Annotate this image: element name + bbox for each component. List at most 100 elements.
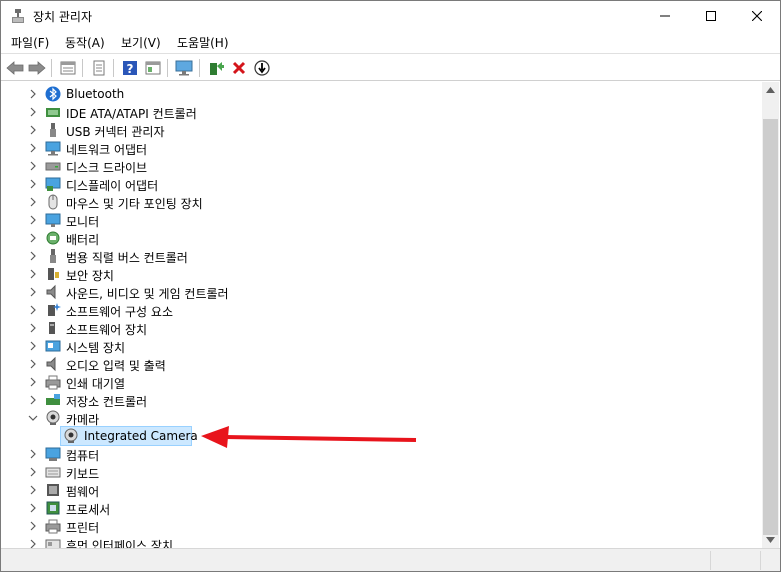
update-driver-icon bbox=[210, 62, 224, 75]
tree-item[interactable]: 펌웨어 bbox=[2, 481, 742, 499]
tree-item-label: 디스크 드라이브 bbox=[66, 161, 148, 175]
disable-device-icon bbox=[254, 60, 270, 76]
tree-item[interactable]: 인쇄 대기열 bbox=[2, 373, 742, 391]
tree-item[interactable]: 프린터 bbox=[2, 517, 742, 535]
firmware-icon bbox=[47, 484, 59, 496]
back-button[interactable] bbox=[5, 58, 25, 78]
annotation-arrow bbox=[201, 426, 417, 448]
scan-hardware-icon bbox=[175, 60, 193, 76]
tree-item-label: 배터리 bbox=[66, 233, 100, 247]
forward-button[interactable] bbox=[27, 58, 47, 78]
tree-item[interactable]: 보안 장치 bbox=[2, 265, 742, 283]
chevron-right-icon[interactable] bbox=[27, 286, 39, 298]
chevron-right-icon[interactable] bbox=[27, 142, 39, 154]
toolbar-separator bbox=[82, 59, 83, 77]
tree-item[interactable]: 모니터 bbox=[2, 211, 742, 229]
tree-item[interactable]: 프로세서 bbox=[2, 499, 742, 517]
chevron-right-icon[interactable] bbox=[27, 340, 39, 352]
chevron-right-icon[interactable] bbox=[27, 124, 39, 136]
scroll-up-icon bbox=[766, 87, 775, 93]
tree-item[interactable]: 휴먼 인터페이스 장치 bbox=[2, 535, 742, 548]
chevron-right-icon[interactable] bbox=[27, 304, 39, 316]
scan-hardware-button[interactable] bbox=[174, 58, 194, 78]
tree-item[interactable]: 마우스 및 기타 포인팅 장치 bbox=[2, 193, 742, 211]
tree-item[interactable]: 디스플레이 어댑터 bbox=[2, 175, 742, 193]
chevron-right-icon[interactable] bbox=[27, 214, 39, 226]
tree-item-label: Bluetooth bbox=[66, 87, 125, 101]
help-button[interactable]: ? bbox=[120, 58, 140, 78]
menu-view[interactable]: 보기(V) bbox=[121, 34, 161, 51]
tree-item[interactable]: 오디오 입력 및 출력 bbox=[2, 355, 742, 373]
chevron-right-icon[interactable] bbox=[27, 322, 39, 334]
forward-icon bbox=[28, 61, 46, 75]
disable-device-button[interactable] bbox=[252, 58, 272, 78]
tree-item-label: Integrated Camera bbox=[84, 429, 198, 443]
tree-item[interactable]: Bluetooth bbox=[2, 85, 742, 103]
disk-drive-icon bbox=[45, 162, 61, 171]
tree-item[interactable]: 디스크 드라이브 bbox=[2, 157, 742, 175]
tree-item-label: 마우스 및 기타 포인팅 장치 bbox=[66, 197, 203, 211]
tree-item[interactable]: 소프트웨어 구성 요소 bbox=[2, 301, 742, 319]
properties-icon bbox=[93, 60, 105, 76]
chevron-right-icon[interactable] bbox=[27, 376, 39, 388]
update-driver-button[interactable] bbox=[206, 58, 226, 78]
display-adapter-icon bbox=[45, 177, 61, 191]
tree-item[interactable]: 시스템 장치 bbox=[2, 337, 742, 355]
tree-item[interactable]: USB 커넥터 관리자 bbox=[2, 121, 742, 139]
toolbar-separator bbox=[113, 59, 114, 77]
tree-item-label: 펌웨어 bbox=[66, 485, 100, 499]
chevron-right-icon[interactable] bbox=[27, 196, 39, 208]
printer-icon bbox=[45, 519, 61, 534]
menu-help[interactable]: 도움말(H) bbox=[177, 34, 229, 51]
tree-item[interactable]: 배터리 bbox=[2, 229, 742, 247]
chevron-right-icon[interactable] bbox=[27, 268, 39, 280]
close-button[interactable] bbox=[734, 1, 780, 31]
tree-item[interactable]: 카메라 bbox=[2, 409, 742, 427]
chevron-right-icon[interactable] bbox=[27, 88, 39, 100]
scrollbar-thumb[interactable] bbox=[763, 119, 778, 535]
action-view-icon bbox=[145, 61, 161, 75]
chevron-right-icon[interactable] bbox=[27, 466, 39, 478]
tree-item[interactable]: IDE ATA/ATAPI 컨트롤러 bbox=[2, 103, 742, 121]
tree-item[interactable]: 범용 직렬 버스 컨트롤러 bbox=[2, 247, 742, 265]
chevron-down-icon[interactable] bbox=[27, 412, 39, 424]
action-view-button[interactable] bbox=[143, 58, 163, 78]
tree-item[interactable]: 키보드 bbox=[2, 463, 742, 481]
chevron-right-icon[interactable] bbox=[27, 484, 39, 496]
menu-action[interactable]: 동작(A) bbox=[65, 34, 105, 51]
tree-item[interactable]: 저장소 컨트롤러 bbox=[2, 391, 742, 409]
uninstall-button[interactable] bbox=[229, 58, 249, 78]
chevron-right-icon[interactable] bbox=[27, 502, 39, 514]
chevron-right-icon[interactable] bbox=[27, 538, 39, 548]
chevron-right-icon[interactable] bbox=[27, 106, 39, 118]
minimize-button[interactable] bbox=[642, 1, 688, 31]
hid-icon bbox=[45, 539, 61, 548]
chevron-right-icon[interactable] bbox=[27, 250, 39, 262]
chevron-right-icon[interactable] bbox=[27, 178, 39, 190]
tree-item[interactable]: 사운드, 비디오 및 게임 컨트롤러 bbox=[2, 283, 742, 301]
tree-item[interactable]: 소프트웨어 장치 bbox=[2, 319, 742, 337]
title-bar[interactable]: 장치 관리자 bbox=[1, 1, 780, 31]
tree-item-label: 컴퓨터 bbox=[66, 449, 100, 463]
chevron-right-icon[interactable] bbox=[27, 160, 39, 172]
chevron-right-icon[interactable] bbox=[27, 394, 39, 406]
maximize-button[interactable] bbox=[688, 1, 734, 31]
chevron-right-icon[interactable] bbox=[27, 232, 39, 244]
vertical-scrollbar[interactable] bbox=[762, 82, 779, 548]
chevron-right-icon[interactable] bbox=[27, 358, 39, 370]
tree-item[interactable]: 네트워크 어댑터 bbox=[2, 139, 742, 157]
properties-button[interactable] bbox=[89, 58, 109, 78]
toolbar: ? bbox=[1, 53, 780, 81]
tree-item-label: 키보드 bbox=[66, 467, 100, 481]
menu-file[interactable]: 파일(F) bbox=[11, 34, 49, 51]
toolbar-separator bbox=[167, 59, 168, 77]
chevron-right-icon[interactable] bbox=[27, 448, 39, 460]
tree-item-label: 휴먼 인터페이스 장치 bbox=[66, 539, 173, 548]
tree-item-label: 소프트웨어 장치 bbox=[66, 323, 148, 337]
tree-item-label: USB 커넥터 관리자 bbox=[66, 125, 165, 139]
software-component-icon bbox=[48, 303, 61, 316]
back-icon bbox=[6, 61, 24, 75]
properties-view-button[interactable] bbox=[58, 58, 78, 78]
chevron-right-icon[interactable] bbox=[27, 520, 39, 532]
tree-item-label: 범용 직렬 버스 컨트롤러 bbox=[66, 251, 188, 265]
